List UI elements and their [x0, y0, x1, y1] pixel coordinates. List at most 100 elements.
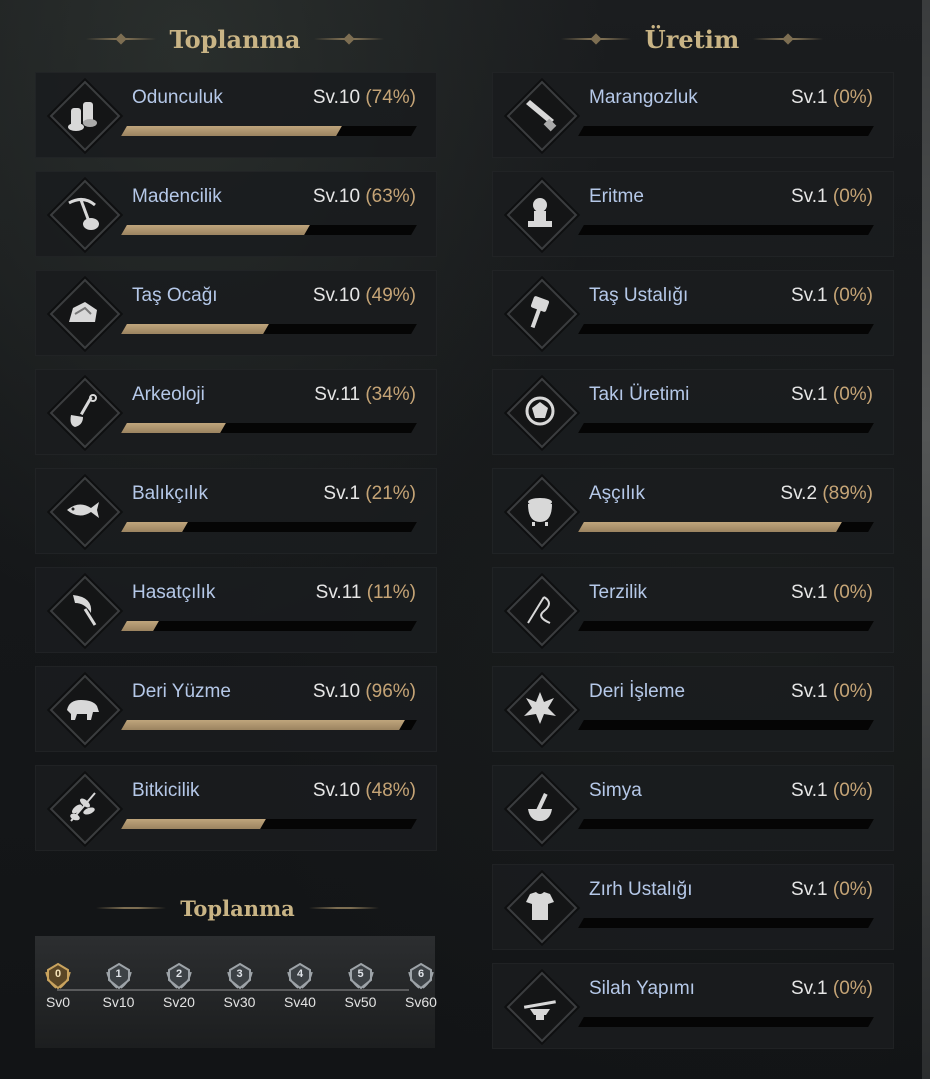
- skill-percent: (63%): [365, 186, 416, 207]
- level-badge-label: Sv10: [102, 994, 135, 1010]
- skill-progress-bar: [121, 720, 417, 730]
- skill-progress-bar: [121, 225, 417, 235]
- shovel-icon-frame: [48, 376, 121, 449]
- fish-icon: [67, 502, 99, 518]
- skill-progress-bar: [578, 423, 874, 433]
- hammer-icon-frame: [505, 277, 578, 350]
- skill-card[interactable]: Arkeoloji Sv.11 (34%): [35, 369, 437, 455]
- skill-percent: (74%): [365, 87, 416, 108]
- stone-icon: [69, 302, 97, 322]
- skill-level-value: Sv.1: [790, 87, 828, 108]
- skill-card[interactable]: Simya Sv.1 (0%): [492, 765, 894, 851]
- skill-level-value: Sv.1: [790, 681, 828, 702]
- skill-level-value: Sv.10: [312, 285, 361, 306]
- skill-progress-fill: [121, 225, 310, 235]
- gathering-levels-title-text: Toplanma: [180, 895, 295, 921]
- hide-icon-frame: [505, 673, 578, 746]
- skill-progress-fill: [578, 720, 584, 730]
- skill-level: Sv.1 (0%): [791, 384, 873, 406]
- skill-card[interactable]: Deri Yüzme Sv.10 (96%): [35, 666, 437, 752]
- skill-name: Eritme: [589, 186, 644, 207]
- hammer-icon: [530, 296, 550, 329]
- skill-progress-bar: [578, 819, 874, 829]
- logs-icon: [68, 102, 97, 131]
- skill-card[interactable]: Takı Üretimi Sv.1 (0%): [492, 369, 894, 455]
- fish-icon-frame: [48, 475, 121, 548]
- skill-card[interactable]: Marangozluk Sv.1 (0%): [492, 72, 894, 158]
- skill-level-value: Sv.11: [315, 582, 362, 603]
- logs-icon-frame: [48, 79, 121, 152]
- skill-card[interactable]: Odunculuk Sv.10 (74%): [35, 72, 437, 158]
- ornament: [314, 38, 385, 40]
- skill-progress-fill: [121, 126, 342, 136]
- skill-card[interactable]: Balıkçılık Sv.1 (21%): [35, 468, 437, 554]
- skill-percent: (0%): [832, 186, 873, 207]
- skill-percent: (89%): [822, 483, 873, 504]
- skill-level: Sv.10 (63%): [313, 186, 416, 208]
- level-badge-number: 5: [357, 968, 364, 980]
- skill-percent: (34%): [365, 384, 416, 405]
- skill-level: Sv.1 (0%): [791, 87, 873, 109]
- skill-card[interactable]: Eritme Sv.1 (0%): [492, 171, 894, 257]
- skill-progress-bar: [578, 1017, 874, 1027]
- gathering-level-track: 0 Sv0 1 Sv10 2 Sv20 3 Sv30 4 Sv40 5 Sv50 6 Sv60: [35, 936, 437, 1048]
- gem-icon: [525, 396, 555, 426]
- level-badge: 5: [347, 962, 375, 990]
- skill-progress-fill: [578, 621, 584, 631]
- skill-level-value: Sv.10: [312, 186, 361, 207]
- skill-progress-bar: [121, 126, 417, 136]
- skill-progress-bar: [121, 522, 417, 532]
- ornament: [753, 38, 824, 40]
- skill-progress-fill: [578, 522, 842, 532]
- skill-card[interactable]: Terzilik Sv.1 (0%): [492, 567, 894, 653]
- skill-card[interactable]: Deri İşleme Sv.1 (0%): [492, 666, 894, 752]
- skill-progress-fill: [578, 423, 584, 433]
- gathering-title: Toplanma: [35, 22, 435, 56]
- skill-card[interactable]: Bitkicilik Sv.10 (48%): [35, 765, 437, 851]
- skill-progress-bar: [121, 819, 417, 829]
- armor-icon: [526, 892, 554, 920]
- level-badge-label: Sv30: [223, 994, 256, 1010]
- skill-percent: (11%): [366, 582, 416, 603]
- skill-card[interactable]: Taş Ustalığı Sv.1 (0%): [492, 270, 894, 356]
- skill-card[interactable]: Madencilik Sv.10 (63%): [35, 171, 437, 257]
- sickle-icon: [73, 595, 97, 626]
- smelter-icon-frame: [505, 178, 578, 251]
- skill-progress-bar: [578, 225, 874, 235]
- skill-name: Silah Yapımı: [589, 978, 695, 999]
- level-badge-label: Sv40: [284, 994, 316, 1010]
- crafting-title: Üretim: [492, 22, 892, 56]
- herb-icon: [70, 792, 96, 822]
- skill-level-value: Sv.1: [323, 483, 361, 504]
- skill-progress-fill: [121, 720, 406, 730]
- level-badge: 2: [165, 962, 193, 990]
- skill-percent: (0%): [832, 780, 873, 801]
- skill-name: Bitkicilik: [132, 780, 200, 801]
- skill-level: Sv.1 (0%): [791, 681, 873, 703]
- skill-percent: (96%): [365, 681, 416, 702]
- skill-progress-fill: [578, 126, 584, 136]
- skill-card[interactable]: Zırh Ustalığı Sv.1 (0%): [492, 864, 894, 950]
- hide-icon: [524, 692, 556, 724]
- skill-level: Sv.10 (96%): [313, 681, 416, 703]
- window-edge: [922, 0, 930, 1079]
- skill-card[interactable]: Taş Ocağı Sv.10 (49%): [35, 270, 437, 356]
- level-badge-number: 1: [115, 968, 122, 980]
- skill-card[interactable]: Hasatçılık Sv.11 (11%): [35, 567, 437, 653]
- skill-card[interactable]: Silah Yapımı Sv.1 (0%): [492, 963, 894, 1049]
- skill-progress-fill: [578, 324, 584, 334]
- skill-name: Takı Üretimi: [589, 384, 690, 405]
- skill-percent: (21%): [365, 483, 416, 504]
- skill-percent: (48%): [365, 780, 416, 801]
- skill-progress-fill: [121, 819, 267, 829]
- skill-progress-bar: [578, 324, 874, 334]
- stone-icon-frame: [48, 277, 121, 350]
- skill-level-value: Sv.10: [312, 87, 361, 108]
- skill-progress-fill: [578, 918, 584, 928]
- skill-level: Sv.11 (11%): [316, 582, 416, 604]
- level-badge-label: Sv60: [405, 994, 437, 1010]
- ornament: [308, 907, 379, 909]
- skill-progress-fill: [121, 621, 159, 631]
- skill-card[interactable]: Aşçılık Sv.2 (89%): [492, 468, 894, 554]
- skill-progress-fill: [578, 819, 584, 829]
